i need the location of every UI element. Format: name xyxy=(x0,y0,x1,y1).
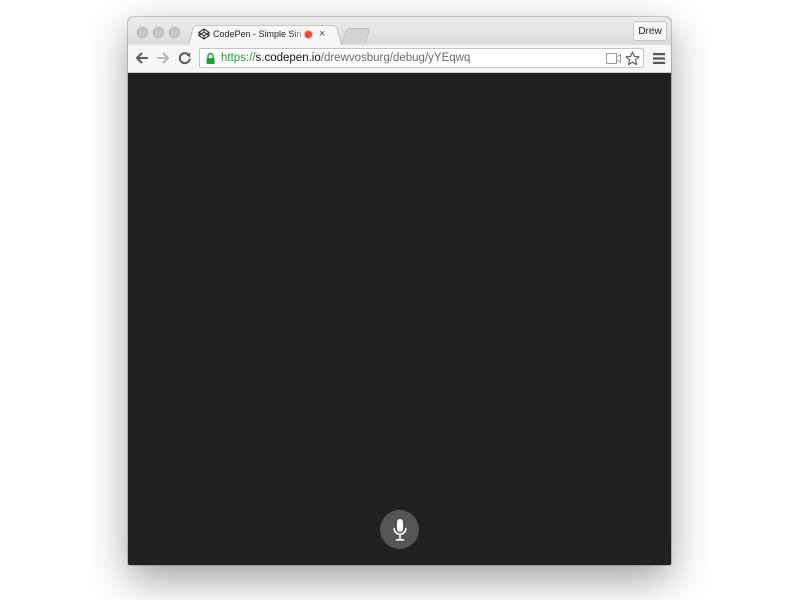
browser-window: CodePen - Simple Siri Debug × Drew https… xyxy=(128,17,671,565)
back-arrow-icon[interactable] xyxy=(134,50,150,66)
url-scheme: https:// xyxy=(221,52,256,64)
lock-icon xyxy=(206,52,215,64)
browser-toolbar: https://s.codepen.io/drewvosburg/debug/y… xyxy=(128,45,671,73)
menu-icon[interactable] xyxy=(653,53,665,64)
forward-arrow-icon[interactable] xyxy=(155,50,171,66)
close-window-button[interactable] xyxy=(137,27,148,38)
tab-close-button[interactable]: × xyxy=(319,28,325,40)
microphone-icon xyxy=(392,518,407,541)
url-text: https://s.codepen.io/drewvosburg/debug/y… xyxy=(221,51,470,65)
profile-button[interactable]: Drew xyxy=(633,21,667,41)
page-viewport xyxy=(128,73,671,565)
codepen-logo-icon xyxy=(198,28,210,40)
url-path: /drewvosburg/debug/yYEqwq xyxy=(320,52,471,64)
microphone-button[interactable] xyxy=(380,510,419,549)
address-bar[interactable]: https://s.codepen.io/drewvosburg/debug/y… xyxy=(199,48,644,68)
minimize-window-button[interactable] xyxy=(153,27,164,38)
url-host: s.codepen.io xyxy=(255,52,321,64)
tab-content: CodePen - Simple Siri Debug × xyxy=(198,24,340,44)
star-icon[interactable] xyxy=(625,51,640,66)
title-bar: CodePen - Simple Siri Debug × Drew xyxy=(128,17,671,45)
zoom-window-button[interactable] xyxy=(169,27,180,38)
reload-icon[interactable] xyxy=(177,50,193,66)
new-tab-button[interactable] xyxy=(341,28,371,44)
camera-icon[interactable] xyxy=(606,53,621,64)
tab-title: CodePen - Simple Siri Debug xyxy=(213,29,308,39)
